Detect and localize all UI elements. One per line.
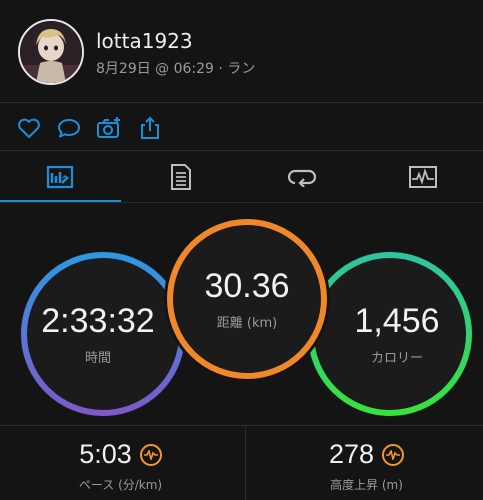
activity-meta: 8月29日 @ 06:29 · ラン [96,61,256,77]
time-label: 時間 [84,351,111,366]
avatar[interactable] [18,19,84,85]
comment-icon[interactable] [56,115,82,141]
stats-row: 5:03 ペース (分/km) 278 高度上昇 (m) [0,425,483,500]
tab-graphs[interactable] [363,151,483,203]
calories-label: カロリー [370,351,423,366]
details-icon [171,164,192,190]
username[interactable]: lotta1923 [96,29,193,53]
activity-header: lotta1923 8月29日 @ 06:29 · ラン [0,0,483,102]
tab-details[interactable] [121,151,242,203]
tab-overview[interactable] [0,151,121,203]
elevation-value: 278 [328,439,375,469]
pace-value: 5:03 [79,439,132,469]
laps-icon [288,169,317,187]
time-ring: 2:33:32 時間 [20,251,186,417]
distance-label: 距離 (km) [216,316,278,331]
pace-chart-icon [139,443,162,466]
elevation-chart-icon [382,443,405,466]
share-icon[interactable] [137,115,163,141]
graphs-icon [409,166,438,188]
distance-value: 30.36 [204,267,290,305]
activity-tabs [0,151,483,203]
calories-ring: 1,456 カロリー [307,251,473,417]
action-bar [0,103,483,150]
avatar-image [20,21,82,83]
elevation-label: 高度上昇 (m) [330,478,403,492]
calories-value: 1,456 [354,302,440,340]
elevation-stat[interactable]: 278 高度上昇 (m) [246,425,483,500]
add-photo-icon[interactable] [96,115,122,141]
pace-stat[interactable]: 5:03 ペース (分/km) [0,425,241,500]
heart-icon[interactable] [16,115,42,141]
pace-label: ペース (分/km) [78,478,163,492]
summary-rings: 2:33:32 時間 1,456 カロリー 30.36 距離 (km) [0,203,483,425]
overview-icon [47,165,74,189]
distance-ring: 30.36 距離 (km) [163,215,331,383]
tab-laps[interactable] [242,151,363,203]
time-value: 2:33:32 [41,302,155,340]
